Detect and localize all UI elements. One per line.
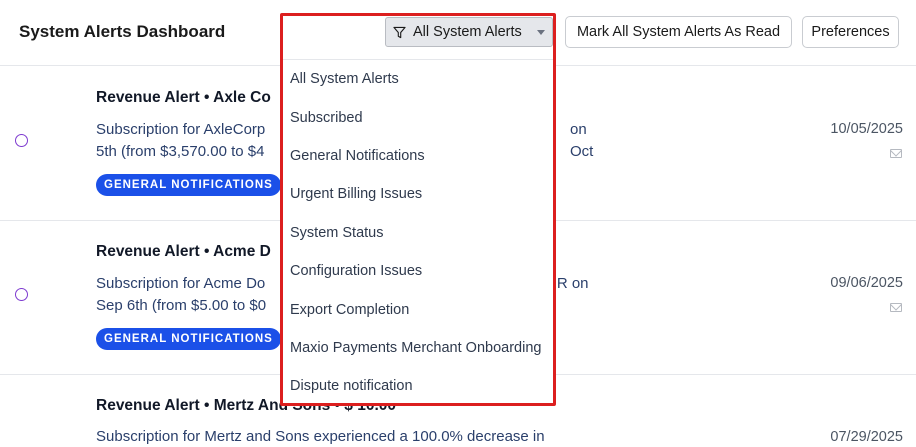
filter-select-label: All System Alerts (413, 24, 522, 40)
menu-item-urgent-billing-issues[interactable]: Urgent Billing Issues (283, 175, 553, 213)
alert-date: 10/05/2025 (830, 121, 903, 137)
alert-description-line2: 5th (from $3,570.00 to $4 (96, 143, 265, 160)
alert-filter-dropdown[interactable]: All System Alerts Subscribed General Not… (280, 13, 556, 406)
alert-title: Revenue Alert • Axle Co (96, 89, 271, 106)
menu-item-subscribed[interactable]: Subscribed (283, 98, 553, 136)
envelope-icon[interactable] (890, 149, 902, 158)
category-badge[interactable]: GENERAL NOTIFICATIONS (96, 174, 281, 196)
preferences-button[interactable]: Preferences (802, 16, 899, 48)
alert-date: 07/29/2025 (830, 429, 903, 445)
category-badge[interactable]: GENERAL NOTIFICATIONS (96, 328, 281, 350)
alert-date: 09/06/2025 (830, 275, 903, 291)
unread-indicator-icon[interactable] (15, 134, 28, 147)
dropdown-menu: All System Alerts Subscribed General Not… (283, 59, 553, 406)
menu-item-dispute-notification[interactable]: Dispute notification (283, 367, 553, 405)
alert-description-line2: Sep 6th (from $5.00 to $0 (96, 297, 267, 314)
alert-description-tail: on Oct (570, 121, 594, 160)
menu-item-system-status[interactable]: System Status (283, 214, 553, 252)
page-title: System Alerts Dashboard (19, 22, 226, 41)
menu-item-all-system-alerts[interactable]: All System Alerts (283, 60, 553, 98)
alert-description-text: Subscription for AxleCorp (96, 121, 266, 138)
alert-filter-select[interactable]: All System Alerts (385, 17, 553, 47)
menu-item-general-notifications[interactable]: General Notifications (283, 137, 553, 175)
menu-item-export-completion[interactable]: Export Completion (283, 290, 553, 328)
unread-indicator-icon[interactable] (15, 288, 28, 301)
alert-description: Subscription for Mertz and Sons experien… (96, 428, 545, 445)
filter-icon (393, 26, 406, 39)
alert-title: Revenue Alert • Acme D (96, 243, 271, 260)
alert-description-text: Subscription for Acme Do (96, 275, 266, 292)
menu-item-merchant-onboarding[interactable]: Maxio Payments Merchant Onboarding (283, 329, 553, 367)
caret-down-icon (537, 30, 545, 35)
menu-item-configuration-issues[interactable]: Configuration Issues (283, 252, 553, 290)
envelope-icon[interactable] (890, 303, 902, 312)
mark-all-read-button[interactable]: Mark All System Alerts As Read (565, 16, 792, 48)
